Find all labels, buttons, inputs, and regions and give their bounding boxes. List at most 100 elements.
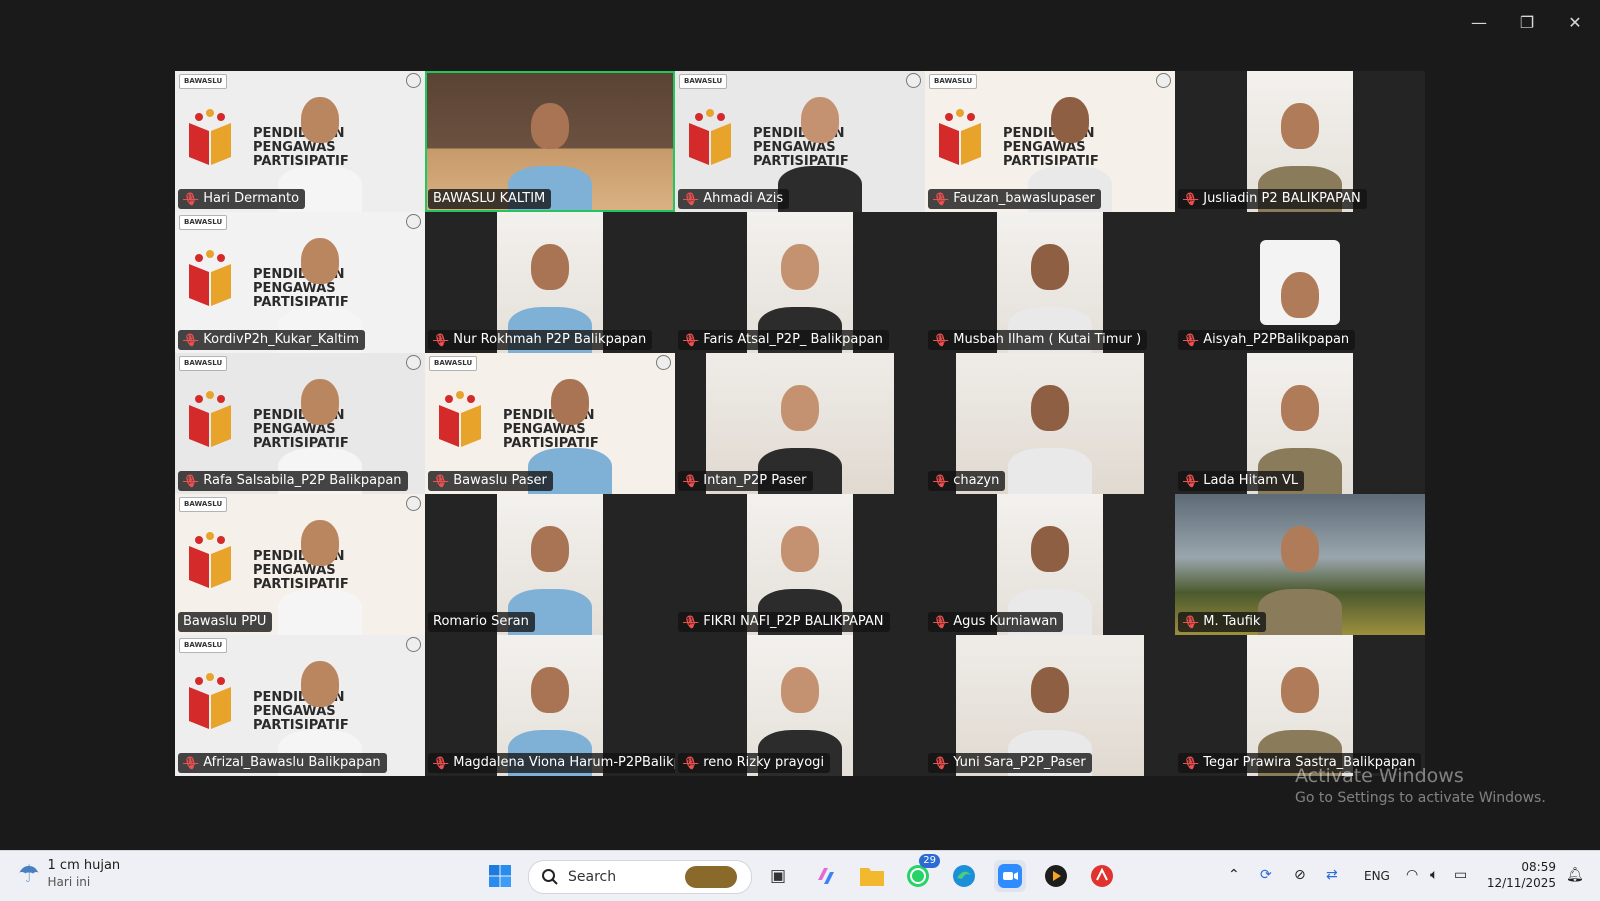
book-logo-icon (189, 532, 231, 588)
muted-mic-icon: 🎙︎ (183, 756, 199, 770)
participant-tile[interactable]: 🎙︎ Musbah Ilham ( Kutai Timur ) (925, 212, 1175, 353)
book-logo-icon (689, 109, 731, 165)
participant-tile[interactable]: BAWASLU PENDIDIKAN PENGAWAS PARTISIPATIF 🎙︎ A… (675, 71, 925, 212)
participant-name-tag: 🎙︎ Hari Dermanto (178, 189, 306, 209)
language-indicator[interactable]: ENG (1364, 869, 1390, 883)
taskbar: ☂ 1 cm hujan Hari ini Search ▣ 29 ⌃ ⟳ ⊘ … (0, 850, 1600, 901)
zoom-logo-icon (998, 864, 1022, 888)
participant-name: Aisyah_P2PBalikpapan (1203, 332, 1350, 347)
weather-subtext: Hari ini (47, 875, 91, 889)
muted-mic-icon: 🎙︎ (1183, 192, 1199, 206)
task-view-icon[interactable]: ▣ (762, 860, 794, 892)
participant-face (301, 379, 339, 425)
participant-tile[interactable]: BAWASLU PENDIDIKAN PENGAWAS PARTISIPATIF 🎙︎ B… (425, 353, 675, 494)
clock[interactable]: 08:59 12/11/2025 (1484, 859, 1556, 891)
mascot-badge-icon (906, 73, 921, 88)
participant-name: Lada Hitam VL (1203, 473, 1299, 488)
participant-face (531, 526, 569, 572)
minimize-button[interactable]: — (1456, 0, 1502, 44)
copilot-icon[interactable] (810, 860, 842, 892)
file-explorer-icon[interactable] (856, 860, 888, 892)
participant-name: M. Taufik (1203, 614, 1261, 629)
participant-face (781, 244, 819, 290)
muted-mic-icon: 🎙︎ (683, 333, 699, 347)
participant-name: Bawaslu Paser (453, 473, 547, 488)
participant-tile[interactable]: 🎙︎ Intan_P2P Paser (675, 353, 925, 494)
participant-tile[interactable]: 🎙︎ Lada Hitam VL (1175, 353, 1425, 494)
participant-tile[interactable]: BAWASLU PENDIDIKAN PENGAWAS PARTISIPATIF 🎙︎ H… (175, 71, 425, 212)
participant-name-tag: 🎙︎ Bawaslu Paser (428, 471, 553, 491)
whatsapp-icon[interactable]: 29 (902, 854, 940, 892)
participant-name: Magdalena Viona Harum-P2PBalikpa... (453, 755, 675, 770)
bawaslu-logo: BAWASLU (429, 356, 478, 371)
bawaslu-logo: BAWASLU (179, 356, 228, 371)
participant-tile[interactable]: 🎙︎ Magdalena Viona Harum-P2PBalikpa... (425, 635, 675, 776)
media-player-icon[interactable] (1040, 860, 1072, 892)
participant-name: Intan_P2P Paser (703, 473, 807, 488)
participant-name-tag: 🎙︎ FIKRI NAFI_P2P BALIKPAPAN (678, 612, 890, 632)
participant-tile[interactable]: BAWASLU PENDIDIKAN PENGAWAS PARTISIPATIF 🎙︎ A… (175, 635, 425, 776)
participant-face (531, 103, 569, 149)
muted-mic-icon: 🎙︎ (183, 333, 199, 347)
muted-mic-icon: 🎙︎ (933, 192, 949, 206)
volume-icon[interactable]: 🔈︎ (1430, 867, 1438, 883)
participant-tile[interactable]: 🎙︎ Yuni Sara_P2P_Paser (925, 635, 1175, 776)
close-button[interactable]: ✕ (1552, 0, 1598, 44)
participant-tile[interactable]: BAWASLU PENDIDIKAN PENGAWAS PARTISIPATIF 🎙︎ F… (925, 71, 1175, 212)
banner-line: PENGAWAS (1003, 140, 1086, 155)
notification-bell-icon[interactable]: 🔔︎ (1566, 867, 1584, 883)
muted-mic-icon: 🎙︎ (683, 615, 699, 629)
network-device-icon[interactable]: ⇄ (1326, 867, 1338, 883)
participant-name: FIKRI NAFI_P2P BALIKPAPAN (703, 614, 884, 629)
windows-logo-icon (489, 865, 511, 887)
muted-mic-icon: 🎙︎ (183, 474, 199, 488)
zoom-app-icon[interactable] (994, 860, 1026, 892)
edge-icon[interactable] (948, 860, 980, 892)
show-hidden-icons-chevron-icon[interactable]: ⌃ (1228, 867, 1240, 883)
participant-tile[interactable]: 🎙︎ M. Taufik (1175, 494, 1425, 635)
participant-face (301, 97, 339, 143)
banner-line: PENGAWAS (253, 140, 336, 155)
bawaslu-logo: BAWASLU (179, 638, 228, 653)
participant-tile[interactable]: BAWASLU PENDIDIKAN PENGAWAS PARTISIPATIF 🎙︎ R… (175, 353, 425, 494)
banner-line: PENGAWAS (503, 422, 586, 437)
book-logo-icon (939, 109, 981, 165)
eye-off-icon[interactable]: ⊘ (1294, 867, 1306, 883)
participant-tile[interactable]: 🎙︎ chazyn (925, 353, 1175, 494)
participant-name-tag: BAWASLU KALTIM (428, 189, 552, 209)
participant-tile[interactable]: 🎙︎ Nur Rokhmah P2P Balikpapan (425, 212, 675, 353)
participant-tile[interactable]: 🎙︎ Faris Atsal_P2P_ Balikpapan (675, 212, 925, 353)
watermark-title: Activate Windows (1295, 765, 1464, 787)
participant-tile[interactable]: 🎙︎ Jusliadin P2 BALIKPAPAN (1175, 71, 1425, 212)
participant-body (778, 166, 862, 212)
participant-name-tag: 🎙︎ Intan_P2P Paser (678, 471, 813, 491)
pdf-reader-icon[interactable] (1086, 860, 1118, 892)
muted-mic-icon: 🎙︎ (433, 474, 449, 488)
sync-icon[interactable]: ⟳ (1260, 867, 1272, 883)
participant-tile[interactable]: BAWASLU KALTIM (425, 71, 675, 212)
participant-tile[interactable]: 🎙︎ Agus Kurniawan (925, 494, 1175, 635)
start-button[interactable] (484, 860, 516, 892)
weather-widget[interactable]: ☂ 1 cm hujan Hari ini (18, 858, 120, 890)
participant-tile[interactable]: 🎙︎ Tegar Prawira Sastra_Balikpapan (1175, 635, 1425, 776)
restore-button[interactable]: ❐ (1504, 0, 1550, 44)
bawaslu-logo: BAWASLU (679, 74, 728, 89)
muted-mic-icon: 🎙︎ (933, 756, 949, 770)
participant-tile[interactable]: BAWASLU PENDIDIKAN PENGAWAS PARTISIPATIF Baw… (175, 494, 425, 635)
muted-mic-icon: 🎙︎ (683, 192, 699, 206)
wifi-icon[interactable]: ◠ (1406, 867, 1418, 883)
search-highlight-icon (685, 866, 737, 888)
taskbar-search-box[interactable]: Search (528, 860, 752, 894)
book-logo-icon (189, 673, 231, 729)
participant-body (278, 589, 362, 635)
participant-tile[interactable]: 🎙︎ Aisyah_P2PBalikpapan (1175, 212, 1425, 353)
participant-name-tag: 🎙︎ Aisyah_P2PBalikpapan (1178, 330, 1356, 350)
participant-tile[interactable]: BAWASLU PENDIDIKAN PENGAWAS PARTISIPATIF 🎙︎ K… (175, 212, 425, 353)
participant-tile[interactable]: 🎙︎ reno Rizky prayogi (675, 635, 925, 776)
battery-icon[interactable]: ▭ (1454, 867, 1467, 883)
participant-name-tag: 🎙︎ Musbah Ilham ( Kutai Timur ) (928, 330, 1148, 350)
participant-tile[interactable]: Romario Seran (425, 494, 675, 635)
clock-date: 12/11/2025 (1486, 876, 1556, 890)
muted-mic-icon: 🎙︎ (1183, 615, 1199, 629)
participant-tile[interactable]: 🎙︎ FIKRI NAFI_P2P BALIKPAPAN (675, 494, 925, 635)
